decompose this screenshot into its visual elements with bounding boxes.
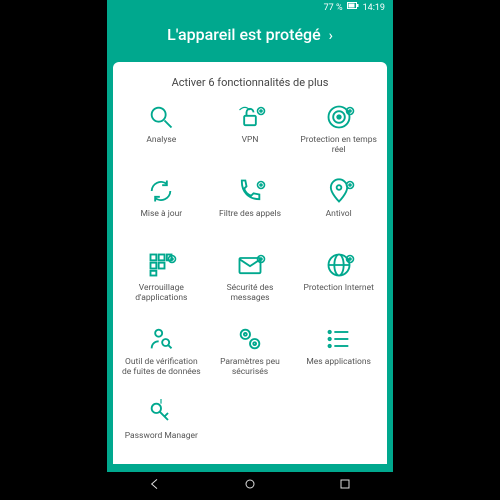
tile-vpn[interactable]: VPN (208, 103, 293, 167)
tile-label: Mise à jour (140, 209, 182, 219)
tile-analyse[interactable]: Analyse (119, 103, 204, 167)
header-title: L'appareil est protégé (167, 25, 321, 44)
tile-label: VPN (242, 135, 259, 145)
back-button[interactable] (147, 476, 163, 496)
person-search-icon (147, 325, 175, 353)
tile-label: Outil de vérification de fuites de donné… (121, 357, 201, 377)
tile-weaksettings[interactable]: Paramètres peu sécurisés (208, 325, 293, 389)
vpn-icon (236, 103, 264, 131)
target-icon (325, 103, 353, 131)
globe-icon (325, 251, 353, 279)
tile-password[interactable]: Password Manager (119, 399, 204, 463)
android-navbar (107, 472, 393, 500)
home-button[interactable] (242, 476, 258, 496)
feature-grid: Analyse VPN Protection en temps réel (119, 103, 381, 463)
tile-msgsecurity[interactable]: Sécurité des messages (208, 251, 293, 315)
header-banner[interactable]: L'appareil est protégé › (107, 15, 393, 62)
subtitle: Activer 6 fonctionnalités de plus (119, 76, 381, 89)
tile-myapps[interactable]: Mes applications (296, 325, 381, 389)
location-icon (325, 177, 353, 205)
tile-label: Sécurité des messages (210, 283, 290, 303)
phone-icon (236, 177, 264, 205)
tile-label: Mes applications (306, 357, 371, 367)
grid-icon (147, 251, 175, 279)
tile-label: Protection en temps réel (299, 135, 379, 155)
tile-realtime[interactable]: Protection en temps réel (296, 103, 381, 167)
tile-antitheft[interactable]: Antivol (296, 177, 381, 241)
status-bar: 77 % 14:19 (107, 0, 393, 15)
tile-label: Antivol (326, 209, 352, 219)
envelope-icon (236, 251, 264, 279)
key-download-icon (147, 399, 175, 427)
tile-update[interactable]: Mise à jour (119, 177, 204, 241)
tile-applock[interactable]: Verrouillage d'applications (119, 251, 204, 315)
tile-label: Paramètres peu sécurisés (210, 357, 290, 377)
tile-label: Analyse (146, 135, 176, 145)
tile-label: Protection Internet (303, 283, 373, 293)
tile-label: Filtre des appels (219, 209, 281, 219)
tile-dataleak[interactable]: Outil de vérification de fuites de donné… (119, 325, 204, 389)
battery-text: 77 % (324, 3, 343, 13)
tile-webprotect[interactable]: Protection Internet (296, 251, 381, 315)
battery-icon (347, 2, 359, 13)
main-card: Activer 6 fonctionnalités de plus Analys… (113, 62, 387, 464)
chevron-right-icon: › (329, 28, 333, 44)
gears-icon (236, 325, 264, 353)
tile-callfilter[interactable]: Filtre des appels (208, 177, 293, 241)
refresh-icon (147, 177, 175, 205)
list-icon (325, 325, 353, 353)
phone-screen: 77 % 14:19 L'appareil est protégé › Acti… (107, 0, 393, 500)
tile-label: Verrouillage d'applications (121, 283, 201, 303)
recents-button[interactable] (337, 476, 353, 496)
tile-label: Password Manager (125, 431, 198, 441)
clock: 14:19 (363, 3, 385, 13)
search-icon (147, 103, 175, 131)
